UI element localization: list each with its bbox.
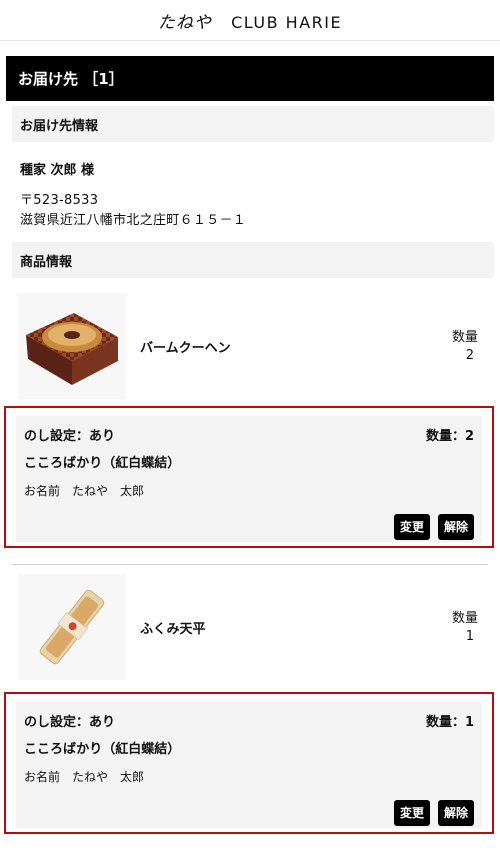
product-image-baumkuchen <box>18 293 126 399</box>
address: 滋賀県近江八幡市北之庄町６１５－１ <box>20 213 247 228</box>
change-button[interactable]: 変更 <box>393 800 430 826</box>
noshi-panel: のし設定：あり 数量：1 こころばかり（紅白蝶結） お名前 たねや 太郎 変更 … <box>16 702 482 828</box>
change-button[interactable]: 変更 <box>393 514 430 540</box>
product-name: ふくみ天平 <box>140 622 206 637</box>
product-name: バームクーヘン <box>140 341 231 356</box>
noshi-quantity: 数量：2 <box>425 429 474 444</box>
recipient-name: 種家 次郎 様 <box>20 163 95 178</box>
product-image-fukumi-tenpyo <box>18 574 126 680</box>
destination-info-heading: お届け先情報 <box>12 106 494 142</box>
noshi-type: こころばかり（紅白蝶結） <box>24 742 181 757</box>
postal-code: 〒523-8533 <box>20 193 99 208</box>
noshi-panel: のし設定：あり 数量：2 こころばかり（紅白蝶結） お名前 たねや 太郎 変更 … <box>16 416 482 542</box>
logo-brand: CLUB HARIE <box>231 12 343 32</box>
remove-button[interactable]: 解除 <box>437 514 474 540</box>
noshi-recipient-name: お名前 たねや 太郎 <box>24 484 145 498</box>
noshi-settings-box: のし設定：あり 数量：1 こころばかり（紅白蝶結） お名前 たねや 太郎 変更 … <box>4 692 494 834</box>
quantity-value: 2 <box>465 348 474 363</box>
products-heading: 商品情報 <box>12 242 494 278</box>
noshi-type: こころばかり（紅白蝶結） <box>24 456 181 471</box>
noshi-setting: のし設定：あり <box>24 715 116 730</box>
brand-logo[interactable]: たねや CLUB HARIE <box>158 8 342 33</box>
remove-button[interactable]: 解除 <box>437 800 474 826</box>
product-divider <box>12 564 488 565</box>
order-page: お届け先 ［1］ お届け先情報 種家 次郎 様 〒523-8533 滋賀県近江八… <box>4 56 494 860</box>
product-item: ふくみ天平 数量 1 <box>12 574 494 684</box>
noshi-setting: のし設定：あり <box>24 429 116 444</box>
quantity-label: 数量 <box>451 611 478 626</box>
site-header: たねや CLUB HARIE <box>0 0 500 41</box>
destination-title: お届け先 ［1］ <box>6 56 494 101</box>
quantity-label: 数量 <box>451 330 478 345</box>
quantity-value: 1 <box>465 629 474 644</box>
noshi-recipient-name: お名前 たねや 太郎 <box>24 770 145 784</box>
noshi-quantity: 数量：1 <box>425 715 474 730</box>
product-item: バームクーヘン 数量 2 <box>12 293 494 403</box>
noshi-settings-box: のし設定：あり 数量：2 こころばかり（紅白蝶結） お名前 たねや 太郎 変更 … <box>4 406 494 548</box>
logo-script: たねや <box>157 12 212 33</box>
